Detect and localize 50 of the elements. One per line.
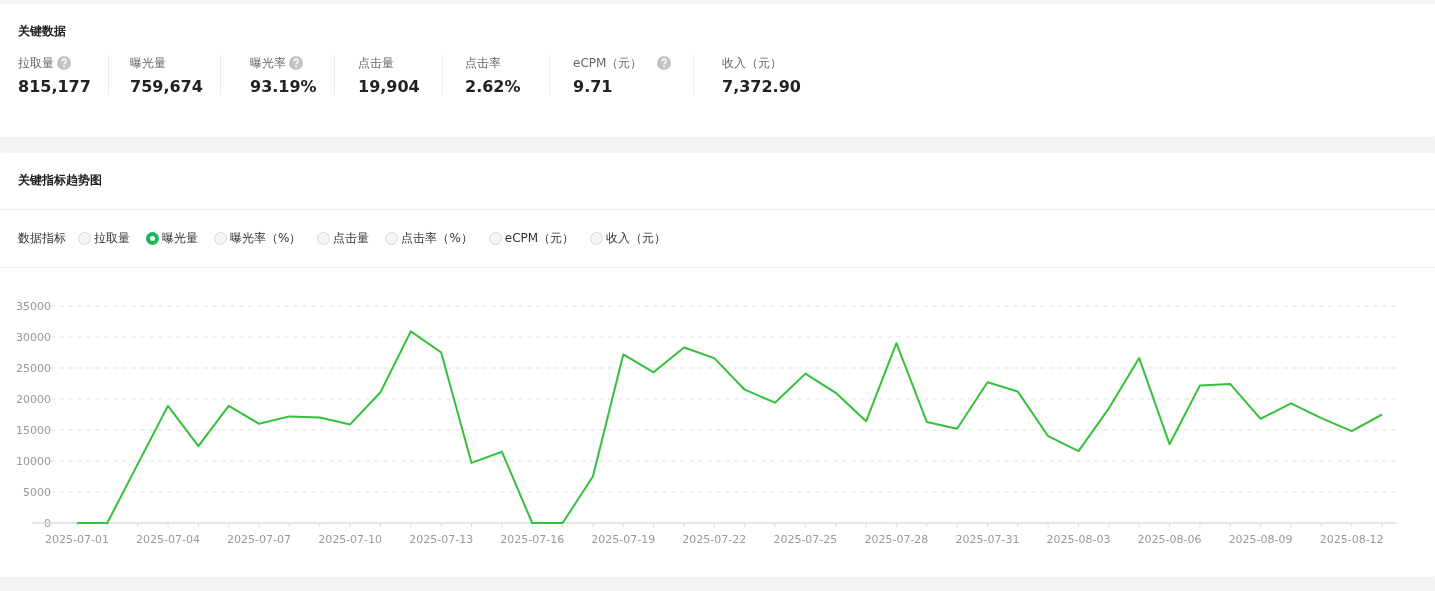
x-axis-label: 2025-07-25 [773, 533, 838, 546]
help-icon[interactable] [289, 56, 303, 70]
metric-radio[interactable]: 点击量 [317, 230, 370, 247]
metric-label: 曝光率 [250, 54, 286, 72]
metric-value: 815,177 [18, 77, 92, 96]
metric-value: 7,372.90 [722, 77, 802, 96]
metric-radio[interactable]: 拉取量 [78, 230, 130, 247]
metric-radio[interactable]: 曝光量 [146, 230, 198, 247]
y-axis-label: 5000 [23, 486, 51, 499]
help-icon[interactable] [57, 56, 71, 70]
metric-value: 759,674 [130, 77, 204, 96]
metric-value: 2.62% [465, 77, 522, 96]
x-axis-label: 2025-07-04 [136, 533, 200, 546]
x-axis-label: 2025-07-07 [227, 533, 292, 546]
x-axis-label: 2025-07-13 [409, 533, 474, 546]
x-axis-label: 2025-08-03 [1046, 533, 1111, 546]
metric-value: 19,904 [358, 77, 421, 96]
y-axis-label: 10000 [16, 455, 51, 468]
x-axis-label: 2025-07-28 [864, 533, 929, 546]
metric-radio[interactable]: 点击率（%） [385, 230, 473, 247]
x-axis-label: 2025-08-12 [1319, 533, 1384, 546]
y-axis-label: 35000 [16, 300, 51, 313]
y-axis-label: 20000 [16, 393, 51, 406]
x-axis-label: 2025-07-10 [318, 533, 383, 546]
metric-value: 9.71 [573, 77, 614, 96]
metric-label: 收入（元） [722, 54, 782, 72]
x-axis-label: 2025-08-09 [1228, 533, 1293, 546]
metric-label: 点击量 [358, 54, 394, 72]
y-axis-label: 15000 [16, 424, 51, 437]
x-axis-label: 2025-07-16 [500, 533, 565, 546]
metric-label: 点击率 [465, 54, 501, 72]
section-title: 关键指标趋势图 [0, 153, 1435, 210]
help-icon[interactable] [657, 56, 672, 70]
metric-value: 93.19% [250, 77, 318, 96]
metric-radio[interactable]: 收入（元） [590, 230, 667, 247]
metric-label: 曝光量 [130, 54, 166, 72]
metric-label: eCPM（元） [573, 54, 643, 72]
x-axis-label: 2025-07-19 [591, 533, 656, 546]
x-axis-label: 2025-07-22 [682, 533, 747, 546]
indicator-label: 数据指标 [18, 230, 66, 247]
x-axis-label: 2025-07-31 [955, 533, 1020, 546]
y-axis-label: 25000 [16, 362, 51, 375]
x-axis-label: 2025-08-06 [1137, 533, 1202, 546]
metric-radio[interactable]: 曝光率（%） [214, 230, 302, 247]
metric-label: 拉取量 [18, 54, 54, 72]
metric-radio[interactable]: eCPM（元） [488, 230, 575, 247]
x-axis-label: 2025-07-01 [45, 533, 109, 546]
section-title: 关键数据 [17, 23, 67, 40]
y-axis-label: 30000 [16, 331, 51, 344]
y-axis-label: 0 [44, 517, 51, 530]
